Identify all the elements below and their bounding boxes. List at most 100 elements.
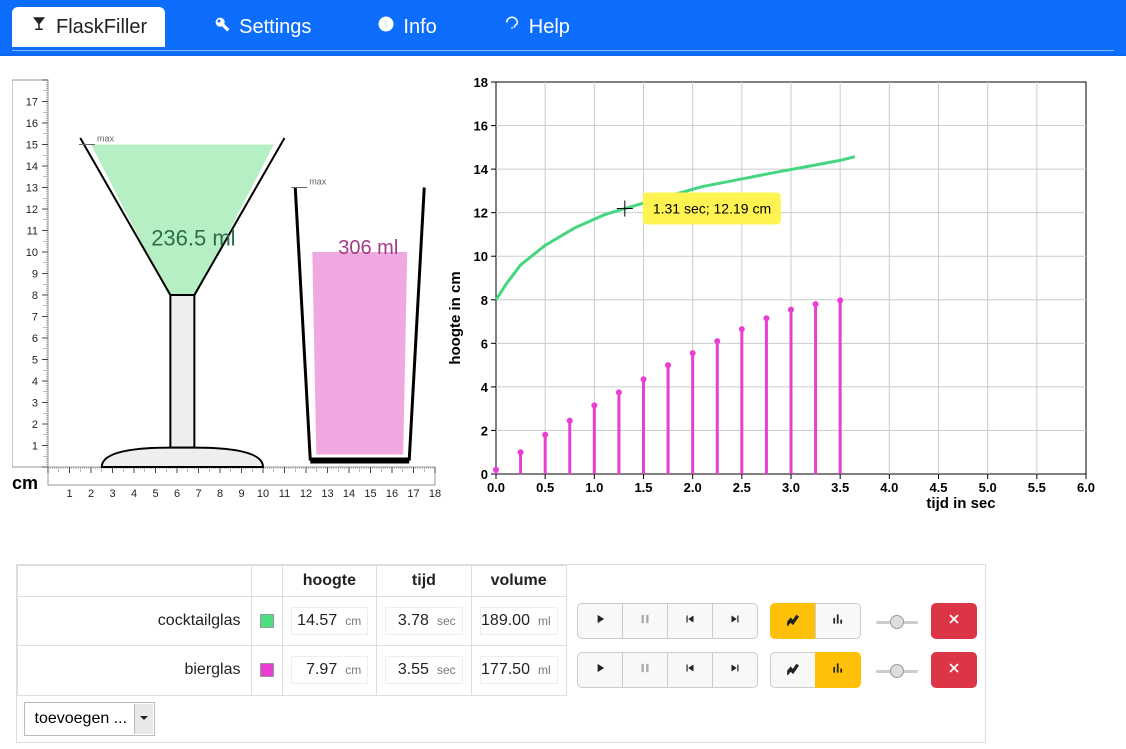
svg-text:7: 7	[195, 488, 201, 500]
svg-text:5.5: 5.5	[1028, 480, 1046, 495]
control-table: hoogte tijd volume cocktailglas14.57cm3.…	[16, 564, 986, 743]
svg-text:0.5: 0.5	[536, 480, 554, 495]
svg-text:hoogte in cm: hoogte in cm	[447, 271, 464, 364]
svg-text:306 ml: 306 ml	[338, 237, 398, 259]
wrench-icon	[213, 15, 231, 39]
tab-label: FlaskFiller	[56, 16, 147, 39]
svg-text:16: 16	[26, 118, 38, 130]
add-glass-select[interactable]: toevoegen ...	[24, 702, 155, 736]
svg-text:15: 15	[26, 140, 38, 152]
svg-text:2.5: 2.5	[733, 480, 751, 495]
svg-text:max: max	[97, 134, 115, 144]
svg-text:1: 1	[32, 441, 38, 453]
skip-forward-icon	[728, 612, 742, 629]
play-button[interactable]	[577, 652, 623, 688]
to-start-button[interactable]	[667, 603, 713, 639]
svg-text:16: 16	[386, 488, 398, 500]
svg-text:6.0: 6.0	[1077, 480, 1095, 495]
svg-text:8: 8	[481, 293, 488, 308]
svg-text:15: 15	[364, 488, 376, 500]
svg-text:3: 3	[32, 398, 38, 410]
tab-info[interactable]: Info	[359, 7, 454, 47]
col-volume: volume	[471, 566, 566, 597]
svg-text:4: 4	[131, 488, 137, 500]
to-end-button[interactable]	[712, 603, 758, 639]
svg-text:2: 2	[481, 423, 488, 438]
svg-text:9: 9	[238, 488, 244, 500]
color-swatch[interactable]	[260, 614, 274, 628]
svg-text:0.0: 0.0	[487, 480, 505, 495]
chart-panel: 0.00.51.01.52.02.53.03.54.04.55.05.56.00…	[446, 74, 1114, 519]
play-icon	[593, 661, 607, 678]
bar-chart-button[interactable]	[815, 652, 861, 688]
skip-back-icon	[683, 612, 697, 629]
svg-text:2: 2	[88, 488, 94, 500]
svg-text:3.5: 3.5	[831, 480, 849, 495]
volume-input[interactable]: 177.50ml	[480, 656, 558, 684]
svg-text:11: 11	[279, 488, 290, 500]
tab-label: Settings	[239, 16, 311, 39]
navbar: FlaskFiller Settings Info Help	[0, 0, 1126, 56]
svg-text:18: 18	[429, 488, 441, 500]
svg-text:4.0: 4.0	[880, 480, 898, 495]
svg-text:2: 2	[32, 419, 38, 431]
svg-text:4: 4	[481, 380, 489, 395]
chart-canvas[interactable]: 0.00.51.01.52.02.53.03.54.04.55.05.56.00…	[446, 74, 1096, 514]
svg-text:17: 17	[407, 488, 419, 500]
svg-text:18: 18	[474, 75, 488, 90]
svg-text:1.5: 1.5	[634, 480, 652, 495]
svg-text:8: 8	[32, 290, 38, 302]
hoogte-input[interactable]: 7.97cm	[291, 656, 369, 684]
bar-chart-button[interactable]	[815, 603, 861, 639]
svg-text:1.0: 1.0	[585, 480, 603, 495]
tab-flaskfiller[interactable]: FlaskFiller	[12, 7, 165, 47]
pause-button[interactable]	[622, 603, 668, 639]
svg-text:3.0: 3.0	[782, 480, 800, 495]
svg-text:12: 12	[474, 206, 488, 221]
glass-name: bierglas	[18, 646, 252, 695]
tijd-input[interactable]: 3.55sec	[385, 656, 462, 684]
svg-text:0: 0	[481, 467, 488, 482]
svg-text:11: 11	[27, 226, 38, 238]
delete-button[interactable]	[931, 652, 977, 688]
svg-text:5.0: 5.0	[979, 480, 997, 495]
close-icon	[947, 661, 961, 678]
line-chart-button[interactable]	[770, 603, 816, 639]
info-icon	[377, 15, 395, 39]
svg-text:4.5: 4.5	[929, 480, 947, 495]
svg-text:cm: cm	[12, 473, 38, 493]
delete-button[interactable]	[931, 603, 977, 639]
svg-text:10: 10	[257, 488, 269, 500]
svg-text:5: 5	[32, 355, 38, 367]
color-swatch[interactable]	[260, 663, 274, 677]
to-start-button[interactable]	[667, 652, 713, 688]
svg-text:14: 14	[343, 488, 355, 500]
tijd-input[interactable]: 3.78sec	[385, 607, 462, 635]
simulation-panel: 1234567891011121314151617cm1234567891011…	[12, 74, 442, 519]
simulation-canvas[interactable]: 1234567891011121314151617cm1234567891011…	[12, 74, 442, 504]
svg-text:1.31 sec; 12.19 cm: 1.31 sec; 12.19 cm	[653, 201, 771, 217]
svg-text:12: 12	[300, 488, 312, 500]
bar-chart-icon	[831, 661, 845, 678]
tab-label: Info	[403, 16, 436, 39]
svg-text:3: 3	[109, 488, 115, 500]
svg-text:10: 10	[474, 249, 488, 264]
hoogte-input[interactable]: 14.57cm	[291, 607, 369, 635]
tab-settings[interactable]: Settings	[195, 7, 329, 47]
svg-text:7: 7	[32, 312, 38, 324]
line-chart-button[interactable]	[770, 652, 816, 688]
pause-button[interactable]	[622, 652, 668, 688]
svg-text:8: 8	[217, 488, 223, 500]
question-icon	[503, 15, 521, 39]
pause-icon	[638, 612, 652, 629]
pause-icon	[638, 661, 652, 678]
skip-forward-icon	[728, 661, 742, 678]
speed-slider[interactable]	[874, 653, 920, 689]
volume-input[interactable]: 189.00ml	[480, 607, 558, 635]
svg-text:4: 4	[32, 376, 38, 388]
play-button[interactable]	[577, 603, 623, 639]
to-end-button[interactable]	[712, 652, 758, 688]
tab-help[interactable]: Help	[485, 7, 588, 47]
speed-slider[interactable]	[874, 604, 920, 640]
tab-label: Help	[529, 16, 570, 39]
